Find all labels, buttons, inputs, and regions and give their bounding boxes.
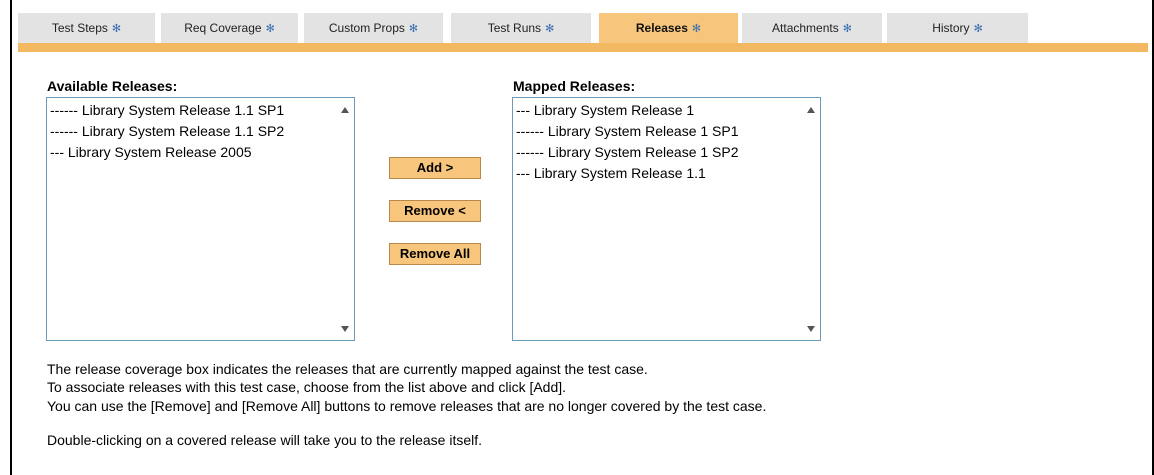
star-icon: ✻: [691, 23, 702, 35]
star-icon: ✻: [545, 23, 555, 35]
scroll-down-icon[interactable]: [341, 326, 349, 332]
tab-label: Req Coverage: [184, 21, 262, 35]
list-item[interactable]: ------ Library System Release 1.1 SP1: [50, 100, 334, 121]
list-item[interactable]: ------ Library System Release 1 SP2: [516, 142, 800, 163]
available-releases-label: Available Releases:: [47, 78, 178, 94]
mapped-releases-label: Mapped Releases:: [513, 78, 636, 94]
mapped-releases-list[interactable]: --- Library System Release 1 ------ Libr…: [512, 97, 821, 341]
help-line: To associate releases with this test cas…: [47, 379, 567, 396]
scroll-down-icon[interactable]: [807, 326, 815, 332]
scroll-up-icon[interactable]: [807, 107, 815, 113]
tab-test-steps[interactable]: Test Steps ✻: [18, 13, 155, 43]
tab-label: History: [932, 21, 970, 35]
star-icon: ✻: [265, 23, 275, 35]
available-releases-list[interactable]: ------ Library System Release 1.1 SP1 --…: [46, 97, 355, 341]
help-line: The release coverage box indicates the r…: [47, 361, 648, 377]
remove-all-button[interactable]: Remove All: [389, 243, 481, 265]
star-icon: ✻: [973, 23, 983, 35]
star-icon: ✻: [111, 23, 122, 35]
scrollbar[interactable]: [336, 98, 354, 340]
list-item[interactable]: ------ Library System Release 1.1 SP2: [50, 121, 334, 142]
help-line: Double-clicking on a covered release wil…: [47, 431, 483, 448]
list-item[interactable]: ------ Library System Release 1 SP1: [516, 121, 800, 142]
tab-test-runs[interactable]: Test Runs ✻: [451, 13, 591, 43]
tab-custom-props[interactable]: Custom Props ✻: [304, 13, 443, 43]
remove-button[interactable]: Remove <: [389, 200, 481, 222]
tab-history[interactable]: History ✻: [887, 13, 1028, 43]
list-item[interactable]: --- Library System Release 1.1: [516, 163, 800, 184]
star-icon: ✻: [842, 23, 852, 35]
tab-label: Custom Props: [328, 21, 405, 35]
tab-releases[interactable]: Releases ✻: [599, 13, 738, 45]
tab-label: Releases: [635, 21, 688, 35]
tab-req-coverage[interactable]: Req Coverage ✻: [161, 13, 298, 43]
star-icon: ✻: [408, 23, 419, 35]
tab-label: Attachments: [772, 21, 839, 35]
help-text: The release coverage box indicates the r…: [47, 360, 847, 449]
add-button[interactable]: Add >: [389, 157, 481, 179]
help-line: You can use the [Remove] and [Remove All…: [47, 397, 767, 414]
tab-bar: Test Steps ✻ Req Coverage ✻ Custom Props ✻ …: [18, 13, 1148, 45]
tab-attachments[interactable]: Attachments ✻: [742, 13, 882, 43]
scrollbar[interactable]: [802, 98, 820, 340]
tab-underline-strip: [18, 43, 1148, 52]
list-item[interactable]: --- Library System Release 1: [516, 100, 800, 121]
tab-label: Test Steps: [51, 21, 108, 35]
scroll-up-icon[interactable]: [341, 107, 349, 113]
tab-label: Test Runs: [487, 21, 542, 35]
list-item[interactable]: --- Library System Release 2005: [50, 142, 334, 163]
